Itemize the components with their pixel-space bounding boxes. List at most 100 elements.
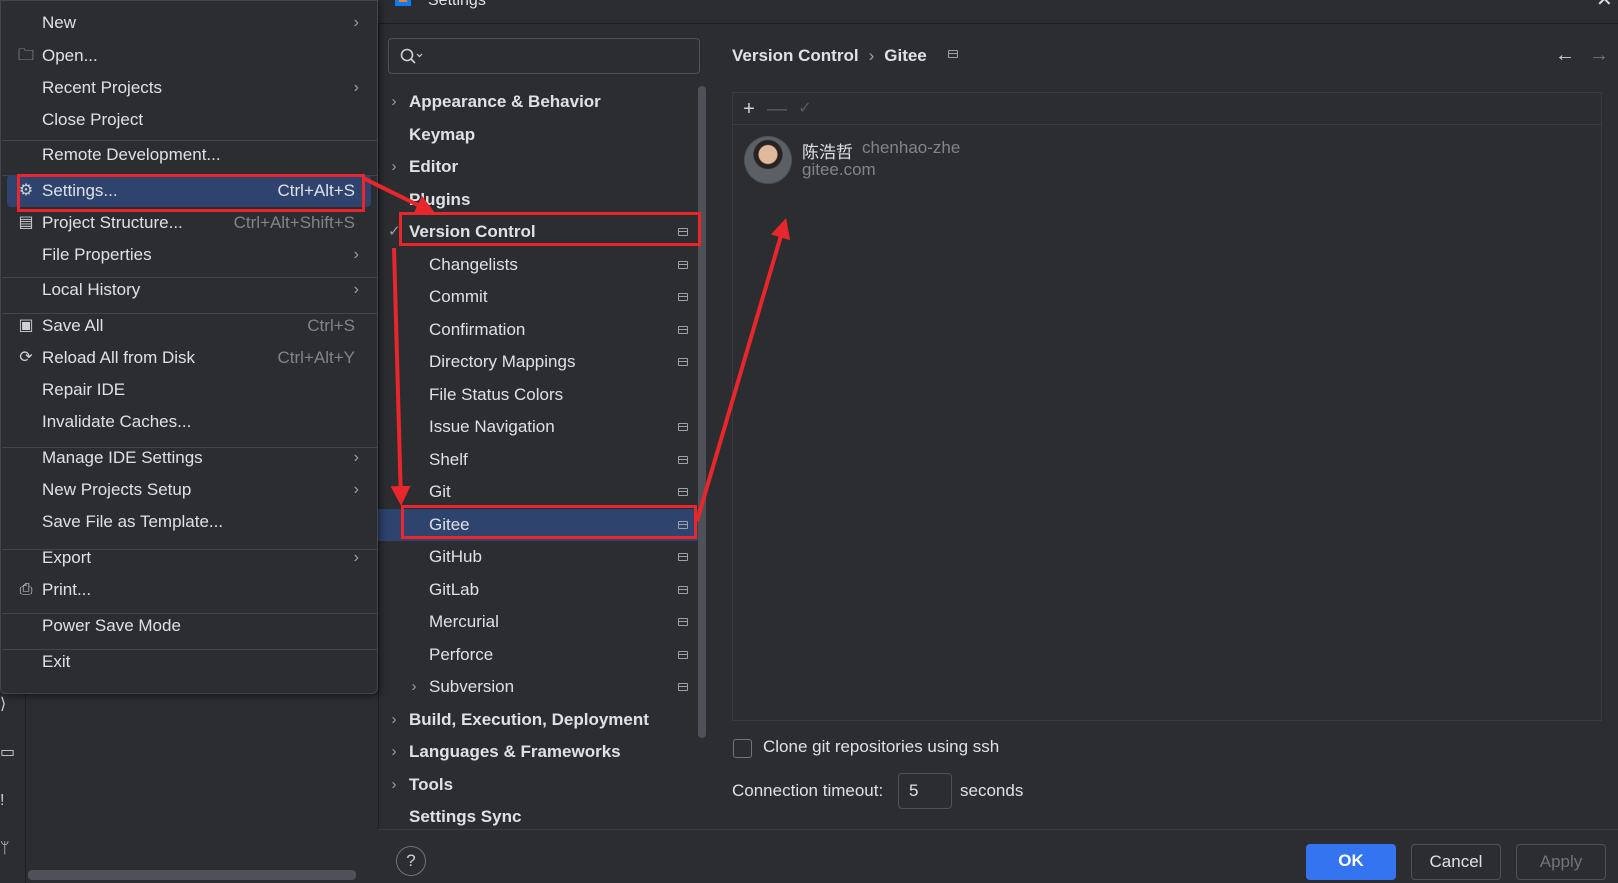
tree-item-directory-mappings[interactable]: Directory Mappings	[378, 346, 706, 378]
accounts-list[interactable]	[732, 92, 1602, 721]
tree-item-languages-frameworks[interactable]: › Languages & Frameworks	[378, 736, 706, 768]
chevron-right-icon[interactable]: ›	[388, 86, 400, 118]
annotation-box-settings	[17, 174, 365, 212]
menu-item-label: Invalidate Caches...	[42, 412, 192, 431]
menu-item-label: Print...	[42, 580, 92, 599]
timeout-unit-label: seconds	[960, 781, 1024, 800]
tree-item-label: Tools	[409, 774, 454, 794]
editor-horizontal-scrollbar[interactable]	[28, 870, 356, 880]
chevron-right-icon[interactable]: ›	[388, 769, 400, 801]
tree-item-label: Subversion	[429, 677, 515, 696]
reload-icon: ⟳	[19, 349, 33, 366]
ide-side-toolbar: ⟩ ▭ ! ᛘ	[0, 680, 26, 883]
tree-item-confirmation[interactable]: Confirmation	[378, 314, 706, 346]
menu-item-open[interactable]: 🗀 Open...	[1, 40, 377, 72]
menu-item-label: File Properties	[42, 245, 152, 264]
chevron-right-icon[interactable]: ›	[388, 736, 400, 768]
folder-icon: 🗀	[17, 47, 34, 64]
project-scope-icon	[678, 585, 688, 594]
account-login: chenhao-zhe	[862, 138, 961, 157]
breadcrumb-separator: ›	[868, 46, 875, 65]
tree-item-shelf[interactable]: Shelf	[378, 444, 706, 476]
chevron-right-icon[interactable]: ›	[388, 151, 400, 183]
chevron-right-icon[interactable]: ›	[388, 704, 400, 736]
tree-item-label: Perforce	[429, 644, 494, 664]
menu-item-shortcut: Ctrl+S	[307, 316, 355, 335]
remove-account-button[interactable]: —	[763, 93, 791, 125]
tree-item-commit[interactable]: Commit	[378, 281, 706, 313]
menu-item-label: Close Project	[42, 110, 144, 129]
submenu-arrow-icon: ›	[353, 449, 359, 466]
menu-item-label: Power Save Mode	[42, 616, 181, 635]
tree-item-appearance-behavior[interactable]: › Appearance & Behavior	[378, 86, 706, 118]
tree-item-changelists[interactable]: Changelists	[378, 249, 706, 281]
submenu-arrow-icon: ›	[353, 14, 359, 31]
tree-item-label: Commit	[429, 287, 488, 306]
menu-item-label: Recent Projects	[42, 78, 162, 97]
timeout-field[interactable]	[898, 773, 952, 809]
clone-ssh-label[interactable]: Clone git repositories using ssh	[763, 737, 999, 757]
tree-item-build-execution-deployment[interactable]: › Build, Execution, Deployment	[378, 704, 706, 736]
menu-item-file-properties[interactable]: File Properties ›	[1, 239, 377, 271]
menu-item-recent-projects[interactable]: Recent Projects ›	[1, 72, 377, 104]
tree-item-label: Issue Navigation	[429, 417, 555, 436]
tree-item-label: File Status Colors	[429, 384, 564, 404]
menu-item-repair-ide[interactable]: Repair IDE	[1, 374, 377, 406]
menu-item-export[interactable]: Export ›	[1, 542, 377, 574]
tree-item-github[interactable]: GitHub	[378, 541, 706, 573]
menu-item-new-projects-setup[interactable]: New Projects Setup ›	[1, 474, 377, 506]
project-scope-icon	[678, 325, 688, 334]
menu-item-close-project[interactable]: Close Project	[1, 104, 377, 136]
menu-item-save-all[interactable]: ▣ Save All Ctrl+S	[1, 310, 377, 342]
menu-item-label: Export	[42, 548, 92, 567]
tree-item-subversion[interactable]: › Subversion	[378, 671, 706, 703]
help-button[interactable]: ?	[396, 846, 426, 876]
terminal-icon[interactable]: ▭	[0, 742, 15, 764]
ok-button[interactable]: OK	[1306, 844, 1396, 880]
menu-item-exit[interactable]: Exit	[1, 646, 377, 678]
tree-item-tools[interactable]: › Tools	[378, 769, 706, 801]
tree-item-label: Languages & Frameworks	[409, 742, 621, 761]
tree-item-issue-navigation[interactable]: Issue Navigation	[378, 411, 706, 443]
tree-item-keymap[interactable]: Keymap	[378, 119, 706, 151]
project-scope-icon	[678, 358, 688, 366]
forward-arrow-icon[interactable]: →	[1589, 44, 1609, 67]
tree-item-perforce[interactable]: Perforce	[378, 639, 706, 671]
tree-item-editor[interactable]: › Editor	[378, 151, 706, 183]
chevron-right-icon[interactable]: ›	[408, 671, 420, 703]
problems-icon[interactable]: !	[0, 790, 14, 812]
cancel-button[interactable]: Cancel	[1411, 844, 1501, 880]
add-account-button[interactable]: +	[735, 93, 763, 125]
breadcrumb-parent[interactable]: Version Control	[732, 44, 859, 68]
tree-item-label: Keymap	[409, 124, 476, 144]
menu-item-invalidate-caches[interactable]: Invalidate Caches...	[1, 406, 377, 438]
settings-search-input[interactable]	[388, 38, 700, 74]
menu-item-remote-development[interactable]: Remote Development...	[1, 139, 377, 171]
menu-item-new[interactable]: New ›	[1, 7, 377, 39]
menu-item-manage-ide-settings[interactable]: Manage IDE Settings ›	[1, 442, 377, 474]
menu-item-print[interactable]: ⎙ Print...	[1, 574, 377, 606]
close-icon[interactable]: ✕	[1596, 0, 1613, 10]
tree-scrollbar[interactable]	[698, 86, 706, 738]
tree-item-label: GitLab	[429, 579, 480, 599]
menu-item-label: Repair IDE	[42, 380, 126, 399]
menu-item-save-file-as-template[interactable]: Save File as Template...	[1, 506, 377, 538]
menu-item-power-save-mode[interactable]: Power Save Mode	[1, 610, 377, 642]
git-icon[interactable]: ᛘ	[0, 838, 14, 860]
clone-ssh-checkbox[interactable]	[733, 739, 752, 758]
tree-item-file-status-colors[interactable]: File Status Colors	[378, 379, 706, 411]
set-default-account-button[interactable]: ✓	[791, 93, 819, 125]
tree-item-gitlab[interactable]: GitLab	[378, 574, 706, 606]
back-arrow-icon[interactable]: ←	[1555, 44, 1575, 67]
tree-item-plugins[interactable]: Plugins	[378, 184, 706, 216]
apply-button[interactable]: Apply	[1516, 844, 1606, 880]
tree-item-git[interactable]: Git	[378, 476, 706, 508]
tree-item-label: Build, Execution, Deployment	[409, 709, 649, 729]
tree-item-mercurial[interactable]: Mercurial	[378, 606, 706, 638]
annotation-box-version-control	[399, 212, 701, 246]
print-icon: ⎙	[19, 581, 33, 598]
menu-item-reload-all-from-disk[interactable]: ⟳ Reload All from Disk Ctrl+Alt+Y	[1, 342, 377, 374]
tree-item-label: Changelists	[429, 254, 518, 274]
services-icon[interactable]: ⟩	[0, 694, 14, 716]
menu-item-local-history[interactable]: Local History ›	[1, 274, 377, 306]
